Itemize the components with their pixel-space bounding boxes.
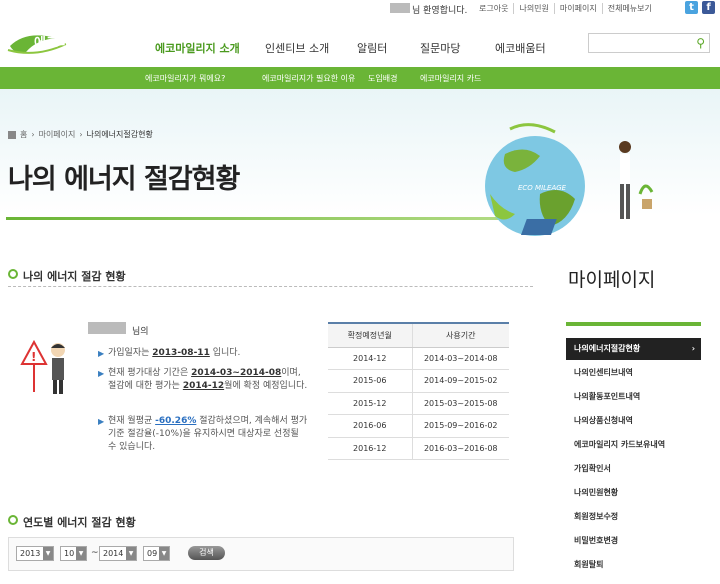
section-divider bbox=[8, 286, 533, 287]
sidebar-item-edit-profile[interactable]: 회원정보수정 bbox=[566, 506, 701, 528]
chevron-down-icon: ▼ bbox=[126, 547, 136, 560]
evaluation-month: 2014-12 bbox=[182, 381, 225, 391]
search-box[interactable]: ⚲ bbox=[588, 33, 710, 53]
join-date: 2013-08-11 bbox=[152, 348, 210, 358]
sidebar-item-change-password[interactable]: 비밀번호변경 bbox=[566, 530, 701, 552]
utility-links: 로그아웃 나의민원 마이페이지 전체메뉴보기 bbox=[474, 3, 657, 14]
page-title: 나의 에너지 절감현황 bbox=[8, 164, 240, 195]
username-redacted bbox=[88, 322, 126, 334]
breadcrumb-current: 나의에너지절감현황 bbox=[86, 130, 153, 139]
subnav-item-what[interactable]: 에코마일리지가 뭐에요? bbox=[145, 73, 225, 84]
from-year-select[interactable]: 2013 ▼ bbox=[16, 546, 54, 561]
utility-bar: 님 환영합니다. 로그아웃 나의민원 마이페이지 전체메뉴보기 t f bbox=[0, 0, 720, 17]
globe-text: ECO MILEAGE bbox=[518, 184, 567, 192]
home-icon[interactable] bbox=[8, 130, 16, 139]
eco-globe-illustration: ECO MILEAGE bbox=[485, 123, 654, 236]
nav-item-notice[interactable]: 알림터 bbox=[357, 40, 387, 56]
chevron-down-icon: ▼ bbox=[76, 547, 86, 560]
sidebar-item-card[interactable]: 에코마일리지 카드보유내역 bbox=[566, 434, 701, 456]
savings-rate: -60.26% bbox=[155, 416, 197, 426]
breadcrumb-home[interactable]: 홈 bbox=[20, 129, 27, 140]
eco-mileage-logo[interactable]: 에코마일리지 bbox=[6, 30, 111, 60]
to-month-select[interactable]: 09 ▼ bbox=[143, 546, 170, 561]
table-row: 2014-12 2014-03~2014-08 bbox=[328, 347, 509, 370]
section-title-yearly-savings: 연도별 에너지 절감 현황 bbox=[8, 514, 136, 530]
username-suffix: 님의 bbox=[132, 327, 149, 337]
subnav-item-background[interactable]: 도입배경 bbox=[368, 73, 397, 84]
savings-rate-info: ▶ 현재 월평균 -60.26% 절감하셨으며, 계속해서 평가기준 절감율(-… bbox=[98, 416, 308, 452]
join-date-info: ▶ 가입일자는 2013-08-11 입니다. bbox=[98, 348, 241, 358]
sidebar-item-products[interactable]: 나의상품신청내역 bbox=[566, 410, 701, 432]
evaluation-period-info: ▶ 현재 평가대상 기간은 2014-03~2014-08이며, 절감에 대한 … bbox=[98, 368, 308, 391]
sidebar-item-energy-savings[interactable]: 나의에너지절감현황 › bbox=[566, 338, 701, 360]
sidebar-accent-bar bbox=[566, 322, 701, 326]
bullet-arrow-icon: ▶ bbox=[98, 349, 105, 358]
search-button[interactable]: 검색 bbox=[188, 546, 225, 560]
section-title-my-savings: 나의 에너지 절감 현황 bbox=[8, 268, 126, 284]
nav-item-qna[interactable]: 질문마당 bbox=[420, 40, 460, 56]
sidebar-item-withdraw[interactable]: 회원탈퇴 bbox=[566, 554, 701, 576]
svg-text:!: ! bbox=[31, 350, 36, 364]
table-row: 2015-12 2015-03~2015-08 bbox=[328, 392, 509, 415]
table-row: 2016-06 2015-09~2016-02 bbox=[328, 414, 509, 438]
table-row: 2016-12 2016-03~2016-08 bbox=[328, 437, 509, 460]
breadcrumb: 홈 › 마이페이지 › 나의에너지절감현황 bbox=[8, 129, 153, 140]
chevron-down-icon: ▼ bbox=[159, 547, 169, 560]
my-complaints-link[interactable]: 나의민원 bbox=[513, 3, 553, 14]
username-redacted bbox=[390, 3, 410, 13]
hero-divider bbox=[6, 217, 526, 220]
subnav-item-card[interactable]: 에코마일리지 카드 bbox=[420, 73, 481, 84]
to-year-select[interactable]: 2014 ▼ bbox=[99, 546, 137, 561]
table-header: 사용기간 bbox=[412, 322, 509, 348]
sidebar-item-incentives[interactable]: 나의인센티브내역 bbox=[566, 362, 701, 384]
chevron-right-icon: › bbox=[691, 344, 695, 353]
bullet-arrow-icon: ▶ bbox=[98, 417, 105, 426]
from-month-select[interactable]: 10 ▼ bbox=[60, 546, 87, 561]
sidebar-title: 마이페이지 bbox=[568, 269, 656, 291]
nav-item-incentive[interactable]: 인센티브 소개 bbox=[265, 40, 329, 56]
guide-character-icon: ! bbox=[20, 339, 65, 394]
nav-item-about[interactable]: 에코마일리지 소개 bbox=[155, 40, 240, 56]
twitter-icon[interactable]: t bbox=[685, 1, 698, 14]
subnav-item-why[interactable]: 에코마일리지가 필요한 이유 bbox=[262, 73, 355, 84]
search-icon[interactable]: ⚲ bbox=[696, 36, 705, 50]
sub-nav: 에코마일리지가 뭐에요? 에코마일리지가 필요한 이유 도입배경 에코마일리지 … bbox=[0, 67, 720, 89]
hero-banner: 홈 › 마이페이지 › 나의에너지절감현황 나의 에너지 절감현황 ECO MI… bbox=[0, 89, 720, 247]
search-input[interactable] bbox=[592, 35, 692, 51]
sidebar-item-certificate[interactable]: 가입확인서 bbox=[566, 458, 701, 480]
sidebar-item-points[interactable]: 나의활동포인트내역 bbox=[566, 386, 701, 408]
table-row: 2015-06 2014-09~2015-02 bbox=[328, 369, 509, 393]
logout-link[interactable]: 로그아웃 bbox=[474, 3, 513, 14]
mypage-link[interactable]: 마이페이지 bbox=[553, 3, 602, 14]
evaluation-schedule-table: 확정예정년월 사용기간 2014-12 2014-03~2014-08 2015-… bbox=[328, 322, 509, 460]
nav-item-learning[interactable]: 에코배움터 bbox=[495, 40, 546, 56]
sitemap-link[interactable]: 전체메뉴보기 bbox=[601, 3, 657, 14]
table-header: 확정예정년월 bbox=[328, 322, 413, 348]
welcome-text: 님 환영합니다. bbox=[412, 6, 468, 16]
facebook-icon[interactable]: f bbox=[702, 1, 715, 14]
logo-text: 에코마일리지 bbox=[34, 35, 106, 51]
sidebar-item-complaints[interactable]: 나의민원현황 bbox=[566, 482, 701, 504]
bullet-arrow-icon: ▶ bbox=[98, 369, 105, 378]
evaluation-period: 2014-03~2014-08 bbox=[191, 368, 282, 378]
chevron-down-icon: ▼ bbox=[43, 547, 53, 560]
range-separator: ~ bbox=[91, 548, 99, 558]
breadcrumb-mypage[interactable]: 마이페이지 bbox=[39, 129, 76, 140]
